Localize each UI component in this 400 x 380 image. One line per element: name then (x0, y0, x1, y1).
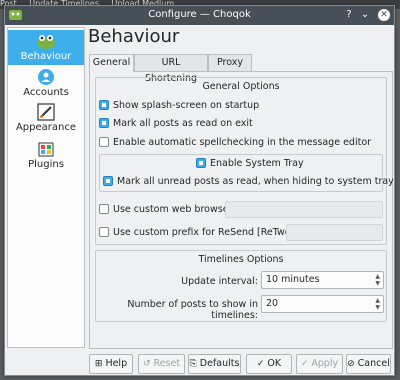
general-tab-pane: General Options Show splash-screen on st… (89, 71, 394, 349)
custom-prefix-label: Use custom prefix for ReSend [ReTweet]: (113, 227, 308, 238)
timelines-options-group: Timelines Options Update interval: 10 mi… (95, 250, 387, 322)
cancel-icon: ⊘ (347, 359, 355, 369)
sidebar-item-behaviour[interactable]: Behaviour (8, 30, 84, 65)
custom-prefix-checkbox[interactable]: Use custom prefix for ReSend [ReTweet]: (99, 227, 307, 239)
posts-count-label: Number of posts to show in timelines: (127, 299, 258, 321)
checkbox-checked-icon (196, 158, 206, 168)
mark-read-exit-label: Mark all posts as read on exit (113, 118, 253, 129)
help-title-button[interactable]: ? (343, 9, 355, 21)
help-icon: ⊞ (94, 359, 103, 369)
sidebar-item-label: Behaviour (20, 51, 72, 62)
system-tray-label: Enable System Tray (210, 158, 304, 169)
checkbox-checked-icon (99, 118, 109, 128)
tab-proxy[interactable]: Proxy (208, 54, 252, 71)
ok-button-label: OK (267, 358, 282, 369)
sidebar-item-plugins[interactable]: Plugins (8, 138, 84, 173)
sidebar-item-accounts[interactable]: Accounts (8, 66, 84, 99)
accounts-icon (38, 69, 54, 85)
sidebar-item-appearance[interactable]: Appearance (8, 101, 84, 136)
window-title: Configure — Choqok (148, 9, 251, 20)
defaults-icon: ⎘ (189, 359, 197, 369)
custom-browser-checkbox[interactable]: Use custom web browser: (99, 204, 235, 216)
apply-button-label: Apply (311, 358, 339, 369)
custom-browser-label: Use custom web browser: (113, 204, 236, 215)
update-interval-value: 10 minutes (266, 274, 320, 285)
apply-icon: ✓ (300, 359, 309, 369)
timelines-options-title: Timelines Options (198, 254, 284, 265)
reset-button[interactable]: ↺ Reset (138, 354, 185, 374)
mark-unread-hide-label: Mark all unread posts as read, when hidi… (117, 176, 394, 187)
configure-dialog: Configure — Choqok ? ⌄ ⌃ ✕ Behaviour (4, 5, 395, 376)
close-button[interactable]: ✕ (378, 9, 390, 21)
splash-checkbox[interactable]: Show splash-screen on startup (99, 100, 259, 112)
system-tray-group: Enable System Tray Mark all unread posts… (99, 154, 394, 192)
checkbox-checked-icon (103, 176, 113, 186)
general-options-title: General Options (202, 81, 280, 92)
checkbox-unchecked-icon (99, 204, 109, 214)
posts-count-spinbox[interactable]: 20 ▲ ▼ (261, 295, 384, 313)
appearance-icon (37, 103, 55, 121)
checkbox-unchecked-icon (99, 137, 109, 147)
mark-read-exit-checkbox[interactable]: Mark all posts as read on exit (99, 118, 253, 130)
checkbox-checked-icon (99, 100, 109, 110)
system-tray-checkbox[interactable]: Enable System Tray (196, 158, 304, 170)
cancel-button[interactable]: ⊘ Cancel (346, 354, 391, 374)
plugins-icon (38, 142, 54, 157)
custom-browser-input[interactable] (225, 201, 383, 218)
sidebar-item-label: Appearance (15, 122, 77, 133)
defaults-button[interactable]: ⎘ Defaults (188, 354, 241, 374)
posts-count-value: 20 (266, 298, 279, 309)
cancel-button-label: Cancel (357, 358, 390, 369)
apply-button[interactable]: ✓ Apply (296, 354, 343, 374)
spin-arrows-icon: ▲ ▼ (375, 297, 380, 311)
page-title: Behaviour (88, 26, 180, 47)
tab-url-shortening[interactable]: URL Shortening (134, 54, 208, 84)
ok-icon: ✓ (256, 359, 265, 369)
update-interval-label: Update interval: (181, 276, 258, 287)
custom-prefix-input[interactable] (286, 224, 383, 241)
checkbox-unchecked-icon (99, 227, 109, 237)
reset-icon: ↺ (142, 359, 151, 369)
sidebar-item-label: Accounts (23, 87, 69, 98)
minimize-button[interactable]: ⌄ (359, 9, 371, 21)
reset-button-label: Reset (153, 358, 181, 369)
splash-label: Show splash-screen on startup (113, 100, 260, 111)
tab-general[interactable]: General (89, 54, 134, 72)
spellcheck-label: Enable automatic spellchecking in the me… (113, 137, 372, 148)
general-options-group: General Options Show splash-screen on st… (95, 77, 394, 245)
spin-arrows-icon: ▲ ▼ (375, 273, 380, 287)
sidebar: Behaviour Accounts Appearance Plugins (7, 27, 85, 348)
spellcheck-checkbox[interactable]: Enable automatic spellchecking in the me… (99, 137, 371, 149)
mark-unread-hide-checkbox[interactable]: Mark all unread posts as read, when hidi… (103, 176, 394, 188)
update-interval-spinbox[interactable]: 10 minutes ▲ ▼ (261, 271, 384, 289)
behaviour-icon (37, 35, 55, 49)
help-button-label: Help (105, 358, 128, 369)
defaults-button-label: Defaults (199, 358, 240, 369)
title-bar[interactable]: Configure — Choqok ? ⌄ ⌃ ✕ (5, 6, 394, 25)
ok-button[interactable]: ✓ OK (246, 354, 292, 374)
help-button[interactable]: ⊞ Help (89, 354, 133, 374)
sidebar-item-label: Plugins (28, 159, 64, 170)
